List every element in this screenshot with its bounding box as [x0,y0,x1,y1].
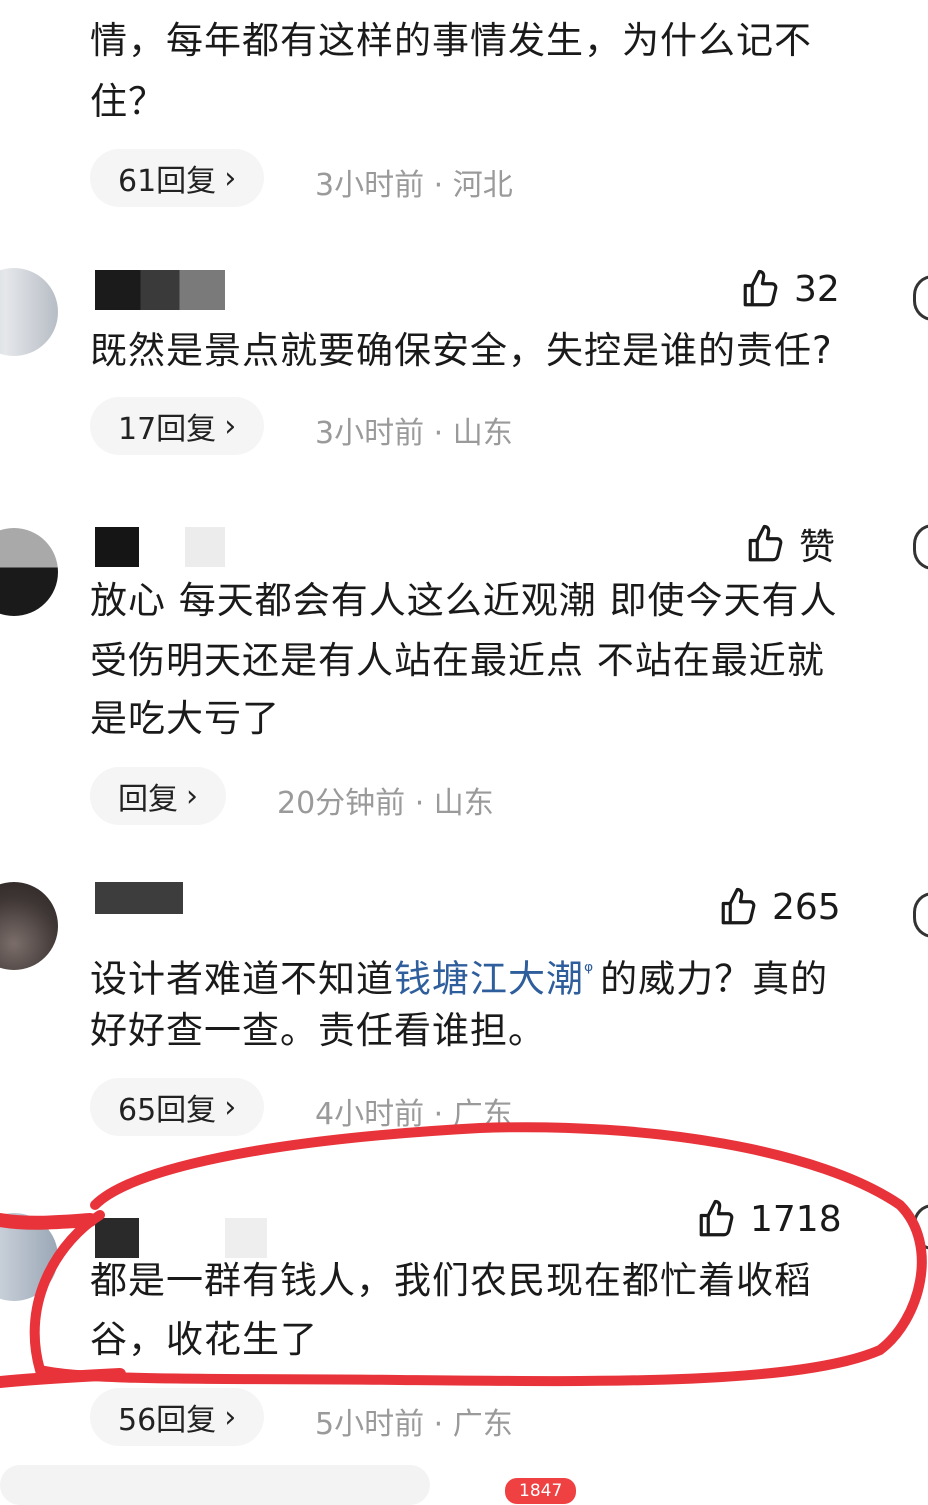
search-icon[interactable]: ᵠ [584,959,594,984]
chevron-right-icon: › [224,1399,237,1435]
replies-count: 17回复 [118,412,217,447]
comment-meta: 4小时前 · 广东 [315,1097,513,1132]
like-button[interactable]: 赞 [745,518,835,570]
comment-text: 设计者难道不知道 [90,957,394,1001]
chevron-right-icon: › [186,778,198,814]
username-redacted[interactable] [95,882,183,914]
topic-link[interactable]: 钱塘江大潮 [394,957,584,1000]
chevron-right-icon: › [224,1089,237,1125]
comment-input[interactable] [0,1465,430,1505]
replies-button[interactable]: 17回复 › [90,397,265,455]
avatar[interactable] [0,882,58,970]
comment-meta: 5小时前 · 广东 [315,1407,513,1442]
dislike-icon[interactable] [913,275,928,321]
thumbs-up-icon [743,269,778,307]
username-redacted[interactable] [95,527,139,567]
comment-text-line: 既然是景点就要确保安全，失控是谁的责任? [90,329,833,372]
like-button[interactable]: 1718 [696,1198,842,1240]
comment-text-line: 放心 每天都会有人这么近观潮 即使今天有人 [90,579,838,622]
comment-text-line: 好好查一查。责任看谁担。 [90,1009,546,1052]
like-count: 32 [794,268,840,310]
comment-text-line: 住？ [90,80,166,123]
comment-text-line: 谷，收花生了 [90,1318,318,1361]
like-button[interactable]: 32 [740,268,840,310]
replies-button[interactable]: 61回复 › [90,149,265,207]
comment-meta: 3小时前 · 河北 [315,168,513,203]
bottom-action-bar [0,1465,928,1505]
chevron-right-icon: › [224,160,237,196]
replies-count: 61回复 [118,164,217,199]
username-redacted[interactable] [95,270,225,310]
thumbs-up-icon [699,1199,734,1237]
dislike-icon[interactable] [913,1204,928,1250]
replies-count: 65回复 [118,1093,217,1128]
thumbs-up-icon [748,524,783,562]
replies-count: 56回复 [118,1403,217,1438]
username-redacted [185,527,225,567]
like-count: 1718 [750,1198,842,1240]
avatar[interactable] [0,268,58,356]
comment-text-line: 都是一群有钱人，我们农民现在都忙着收稻 [90,1259,812,1302]
avatar[interactable] [0,528,58,616]
thumbs-up-icon [721,887,756,925]
replies-button[interactable]: 56回复 › [90,1388,265,1446]
replies-button[interactable]: 回复 › [90,767,226,825]
avatar[interactable] [0,1213,58,1301]
comment-count-badge: 1847 [505,1478,577,1504]
comment-text: 的威力？真的 [600,957,829,1001]
like-label: 赞 [799,527,836,568]
like-button[interactable]: 265 [718,886,841,928]
comment-text-line: 情，每年都有这样的事情发生，为什么记不 [90,19,812,62]
comment-text-line: 受伤明天还是有人站在最近点 不站在最近就 [90,639,825,682]
comment-meta: 3小时前 · 山东 [315,416,513,451]
comment-meta: 20分钟前 · 山东 [277,786,494,821]
like-count: 265 [772,886,841,928]
dislike-icon[interactable] [913,524,928,570]
dislike-icon[interactable] [913,892,928,938]
replies-count: 回复 [118,782,178,817]
replies-button[interactable]: 65回复 › [90,1078,265,1136]
comment-text-line: 是吃大亏了 [90,697,280,740]
chevron-right-icon: › [224,408,237,444]
